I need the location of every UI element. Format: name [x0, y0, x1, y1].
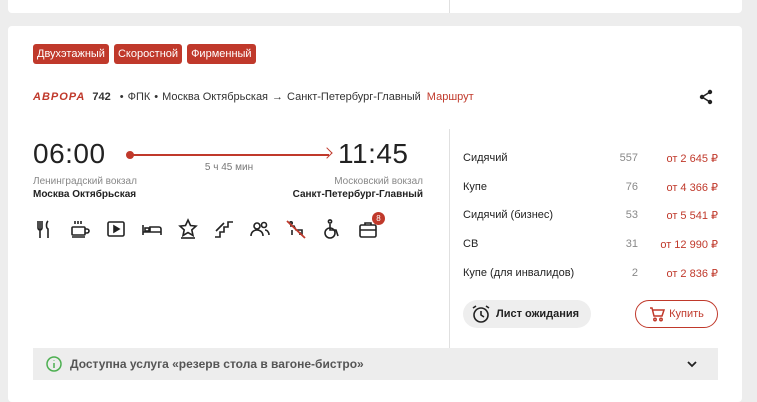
seat-class: Купе: [463, 181, 487, 193]
train-logo: АВРОРА: [33, 91, 86, 103]
seat-class: СВ: [463, 238, 479, 250]
seat-row[interactable]: Купе (для инвалидов) 2 от 2 836 ₽: [463, 267, 718, 285]
wheelchair-icon[interactable]: [321, 218, 343, 240]
seat-count: 2: [631, 267, 638, 279]
seat-count: 31: [625, 238, 638, 250]
seat-price: от 2 836 ₽: [666, 268, 718, 280]
no-pets-icon[interactable]: [285, 218, 307, 240]
arrival-station-sub: Московский вокзал: [334, 176, 423, 187]
tag-list: Двухэтажный Скоростной Фирменный: [33, 44, 256, 64]
seat-price: от 12 990 ₽: [660, 239, 718, 251]
seat-row[interactable]: Сидячий (бизнес) 53 от 5 541 ₽: [463, 209, 718, 227]
train-number: 742: [92, 91, 111, 103]
departure-time: 06:00: [33, 138, 106, 169]
previous-card: [8, 0, 742, 13]
coffee-icon[interactable]: [69, 218, 91, 240]
journey-duration: 5 ч 45 мин: [204, 162, 254, 173]
lunchbox-badge: 8: [372, 212, 385, 225]
tag-double-decker: Двухэтажный: [33, 44, 109, 64]
route-from: Москва Октябрьская: [162, 91, 269, 103]
buy-label: Купить: [669, 308, 704, 320]
seat-row[interactable]: Купе 76 от 4 366 ₽: [463, 181, 718, 199]
seat-count: 557: [619, 152, 638, 164]
amenities: 8: [33, 212, 385, 240]
arrival-time: 11:45: [338, 138, 409, 169]
departure-station: Москва Октябрьская: [33, 189, 137, 200]
waitlist-label: Лист ожидания: [496, 308, 580, 320]
seat-count: 53: [625, 209, 638, 221]
alarm-clock-icon: [472, 305, 490, 323]
buy-button[interactable]: Купить: [635, 300, 718, 328]
video-icon[interactable]: [105, 218, 127, 240]
seat-price: от 2 645 ₽: [666, 153, 718, 165]
passengers-icon[interactable]: [249, 218, 271, 240]
restaurant-icon[interactable]: [33, 218, 55, 240]
tag-high-speed: Скоростной: [113, 44, 183, 64]
tag-branded: Фирменный: [187, 44, 256, 64]
arrival-station: Санкт-Петербург-Главный: [292, 189, 423, 200]
route-link[interactable]: Маршрут: [427, 91, 474, 103]
seat-count: 76: [625, 181, 638, 193]
seat-price: от 5 541 ₽: [666, 210, 718, 222]
service-notice-text: Доступна услуга «резерв стола в вагоне-б…: [70, 357, 364, 371]
share-icon[interactable]: [698, 89, 714, 105]
seat-row[interactable]: Сидячий 557 от 2 645 ₽: [463, 152, 718, 170]
route-to: Санкт-Петербург-Главный: [287, 91, 421, 103]
bed-icon[interactable]: [141, 218, 163, 240]
seat-price: от 4 366 ₽: [666, 182, 718, 194]
journey-line: [126, 147, 333, 159]
seat-class: Сидячий: [463, 152, 508, 164]
lunchbox-icon[interactable]: 8: [357, 212, 385, 240]
train-card: Двухэтажный Скоростной Фирменный АВРОРА …: [8, 26, 742, 402]
train-info: АВРОРА 742 • ФПК • Москва Октябрьская → …: [33, 91, 474, 103]
seat-class: Купе (для инвалидов): [463, 267, 575, 279]
chevron-down-icon[interactable]: [686, 358, 698, 370]
cart-icon: [650, 307, 666, 322]
column-divider: [449, 129, 450, 349]
service-notice[interactable]: Доступна услуга «резерв стола в вагоне-б…: [33, 348, 718, 380]
carrier: ФПК: [127, 91, 151, 103]
info-icon: [46, 356, 62, 372]
departure-station-sub: Ленинградский вокзал: [33, 176, 137, 187]
waitlist-button[interactable]: Лист ожидания: [463, 300, 591, 328]
seat-row[interactable]: СВ 31 от 12 990 ₽: [463, 238, 718, 256]
seat-class: Сидячий (бизнес): [463, 209, 554, 221]
star-icon[interactable]: [177, 218, 199, 240]
stairs-icon[interactable]: [213, 218, 235, 240]
